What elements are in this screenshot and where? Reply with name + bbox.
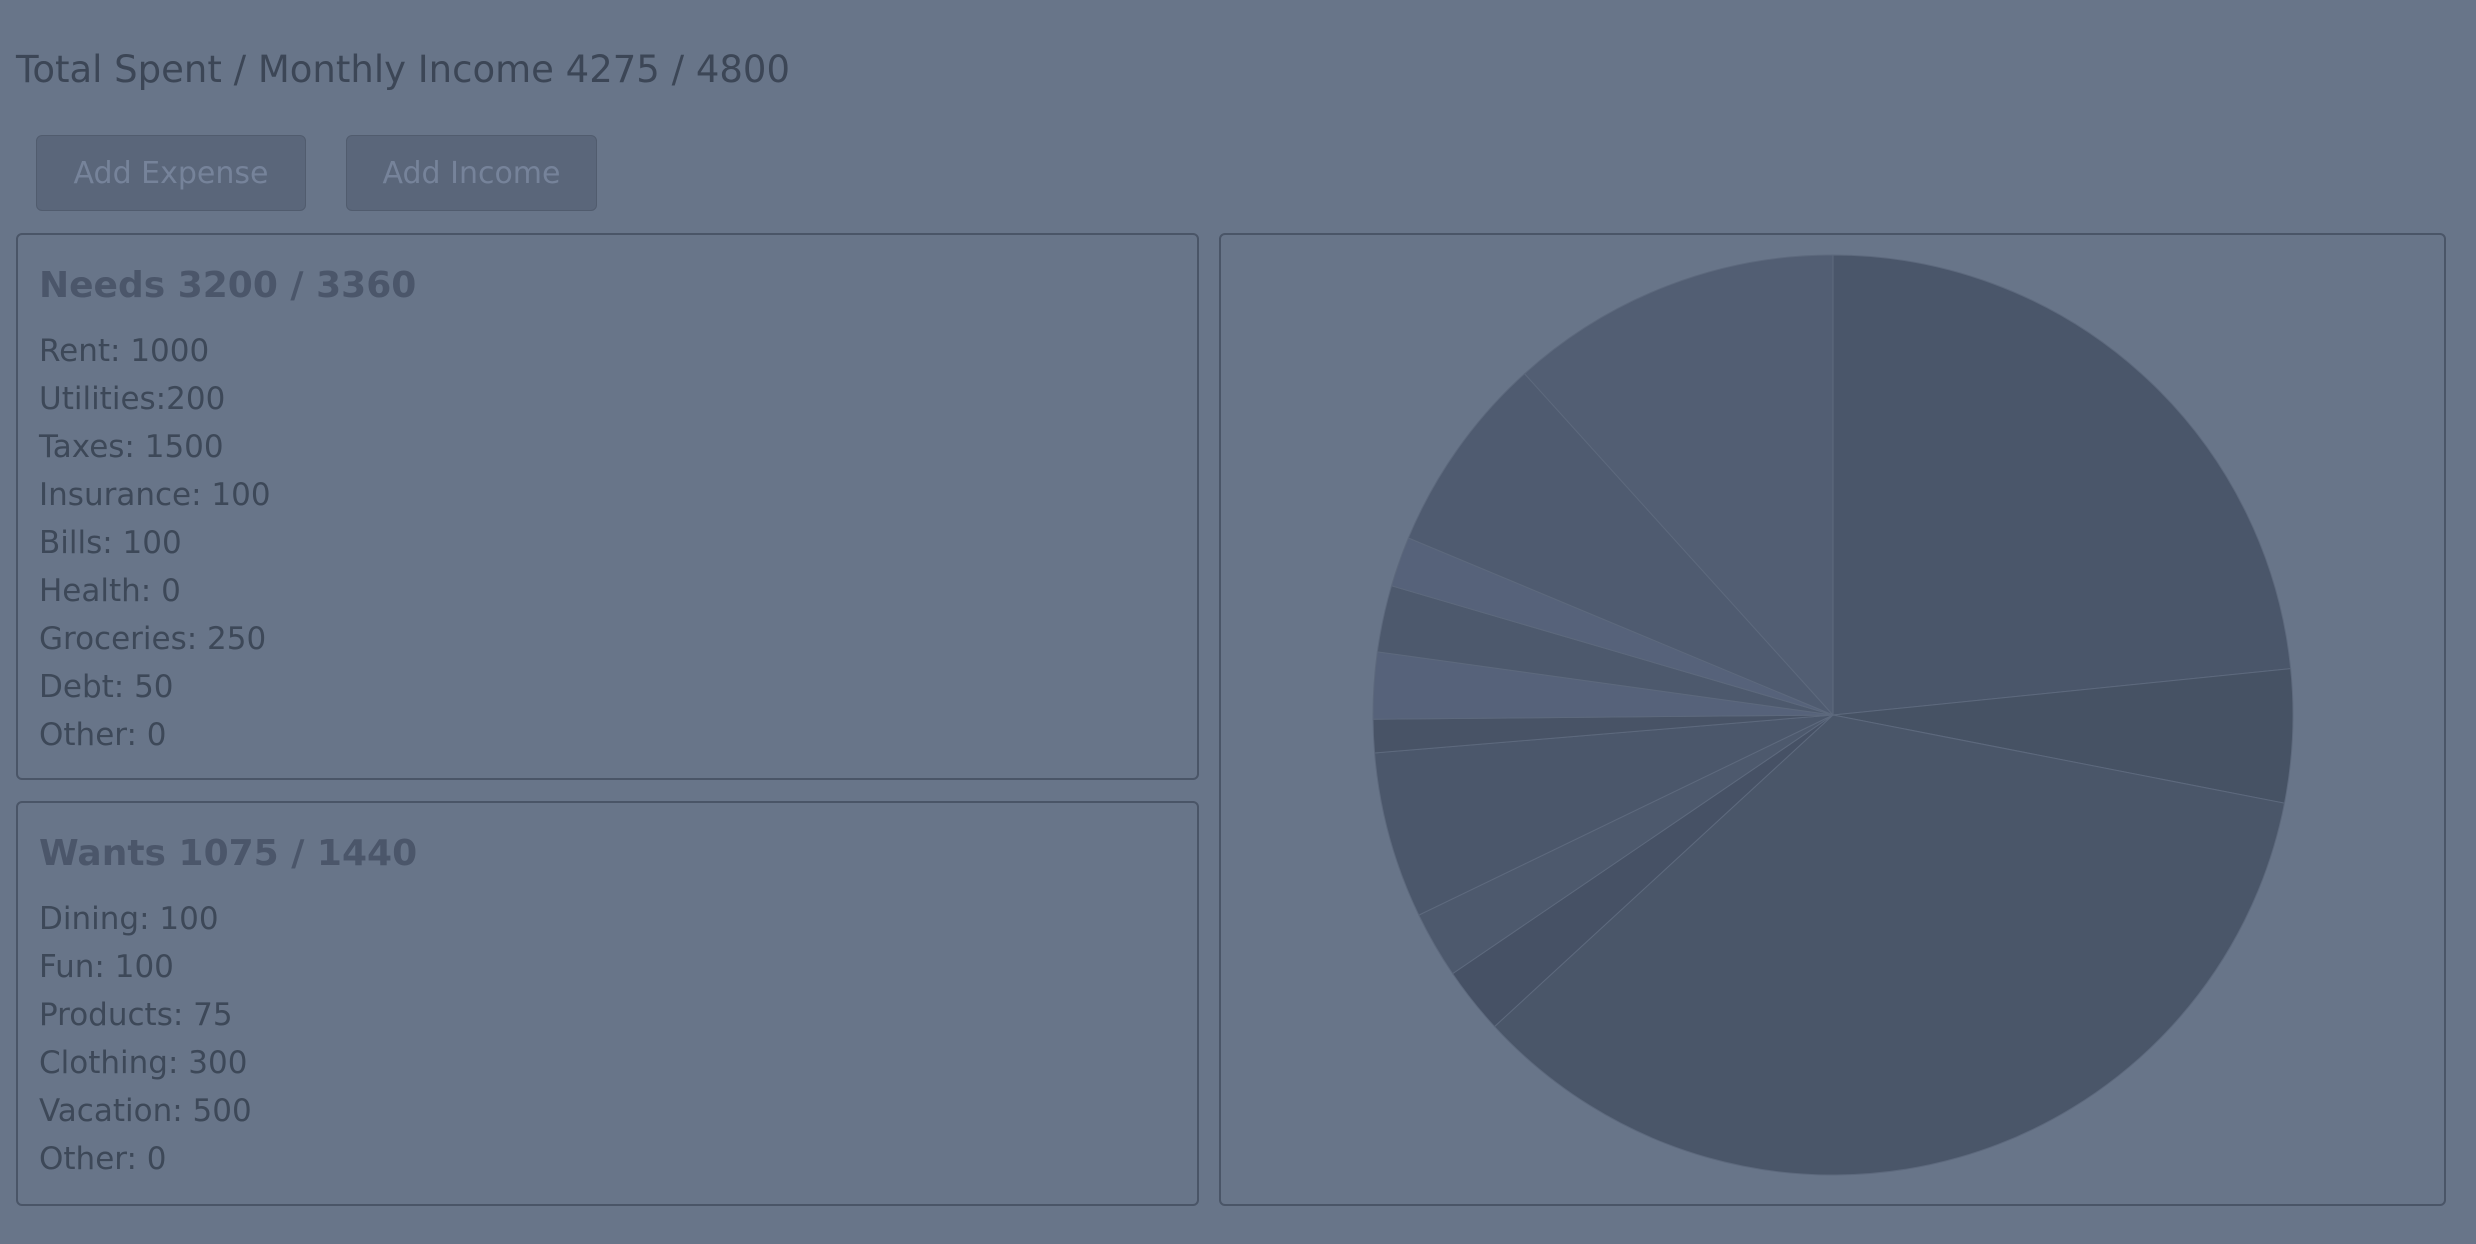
needs-list: Rent: 1000 Utilities:200 Taxes: 1500 Ins…	[39, 327, 271, 759]
wants-item-other: Other: 0	[39, 1141, 167, 1177]
needs-item-insurance: Insurance: 100	[39, 477, 271, 513]
needs-heading: Needs 3200 / 3360	[39, 265, 417, 306]
needs-item-utilities: Utilities:200	[39, 381, 226, 417]
wants-item-dining: Dining: 100	[39, 901, 219, 937]
wants-item-products: Products: 75	[39, 997, 233, 1033]
add-income-button[interactable]: Add Income	[346, 135, 597, 211]
needs-item-debt: Debt: 50	[39, 669, 174, 705]
needs-item-rent: Rent: 1000	[39, 333, 210, 369]
add-expense-button[interactable]: Add Expense	[36, 135, 306, 211]
wants-item-fun: Fun: 100	[39, 949, 174, 985]
chart-panel	[1219, 233, 2446, 1206]
pie-slice-rent-0[interactable]	[1832, 254, 2292, 716]
wants-heading: Wants 1075 / 1440	[39, 833, 418, 874]
budget-summary: Total Spent / Monthly Income 4275 / 4800	[16, 48, 790, 91]
needs-panel: Needs 3200 / 3360 Rent: 1000 Utilities:2…	[16, 233, 1199, 780]
wants-item-vacation: Vacation: 500	[39, 1093, 252, 1129]
wants-list: Dining: 100 Fun: 100 Products: 75 Clothi…	[39, 895, 252, 1183]
needs-item-groceries: Groceries: 250	[39, 621, 267, 657]
wants-panel: Wants 1075 / 1440 Dining: 100 Fun: 100 P…	[16, 801, 1199, 1206]
needs-item-taxes: Taxes: 1500	[39, 429, 224, 465]
needs-item-other: Other: 0	[39, 717, 167, 753]
wants-item-clothing: Clothing: 300	[39, 1045, 248, 1081]
expense-pie-chart	[1372, 254, 2294, 1176]
needs-item-bills: Bills: 100	[39, 525, 182, 561]
needs-item-health: Health: 0	[39, 573, 181, 609]
